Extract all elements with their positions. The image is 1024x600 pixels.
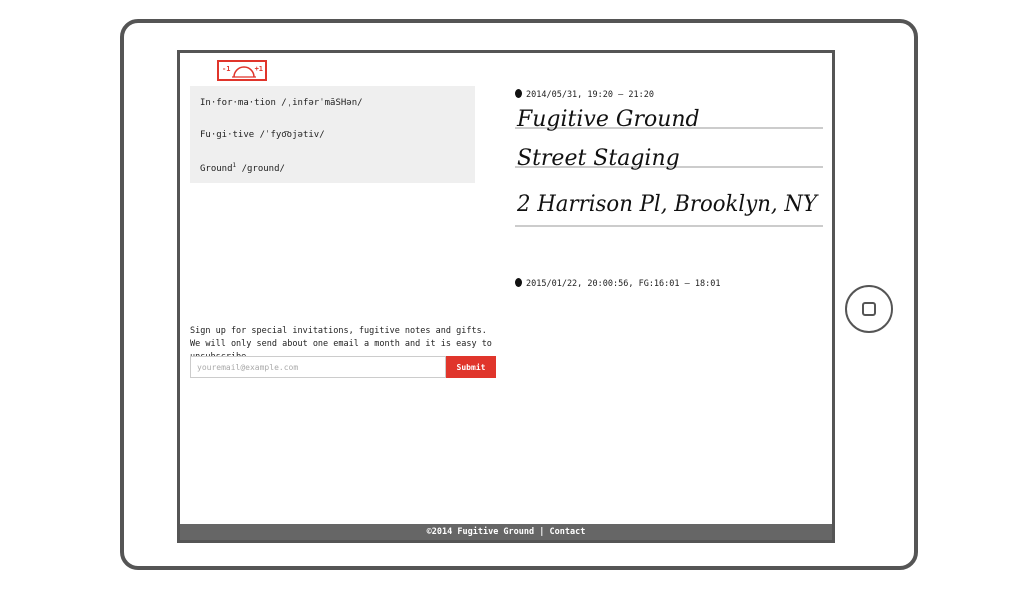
footer: ©2014 Fugitive Ground | Contact (180, 524, 832, 540)
handwriting-line-1: Fugitive Ground (516, 107, 700, 132)
handwritten-event-note: Fugitive Ground Street Staging 2 Harriso… (515, 107, 823, 227)
definitions-box: In·for·ma·tion /ˌinfərˈmāSHən/ Fu·gi·tiv… (190, 86, 475, 183)
email-input[interactable] (190, 356, 446, 378)
definition-information: In·for·ma·tion /ˌinfərˈmāSHən/ (200, 98, 363, 108)
screen: -1 +1 In·for·ma·tion /ˌinfərˈmāSHən/ Fu·… (177, 50, 835, 543)
contact-link[interactable]: Contact (550, 527, 586, 537)
event-2-time: 2015/01/22, 20:00:56, FG:16:01 – 18:01 (515, 278, 720, 289)
footer-separator: | (534, 527, 550, 537)
footer-copyright: ©2014 Fugitive Ground (426, 527, 535, 537)
logo-arc-icon (232, 66, 256, 78)
moon-icon (515, 89, 522, 98)
moon-icon (515, 278, 522, 287)
submit-button[interactable]: Submit (446, 356, 496, 378)
home-square-icon (862, 302, 876, 316)
definition-fugitive: Fu·gi·tive /ˈfyo͞ojətiv/ (200, 130, 325, 140)
handwriting-line-2: Street Staging (517, 146, 680, 171)
logo[interactable]: -1 +1 (217, 60, 267, 81)
logo-plus: +1 (254, 65, 263, 73)
definition-ground: Ground1 /ground/ (200, 162, 285, 174)
event-1-time: 2014/05/31, 19:20 – 21:20 (515, 89, 654, 100)
handwriting-line-3: 2 Harrison Pl, Brooklyn, NY (516, 192, 819, 217)
home-button[interactable] (845, 285, 893, 333)
logo-minus: -1 (222, 65, 231, 73)
